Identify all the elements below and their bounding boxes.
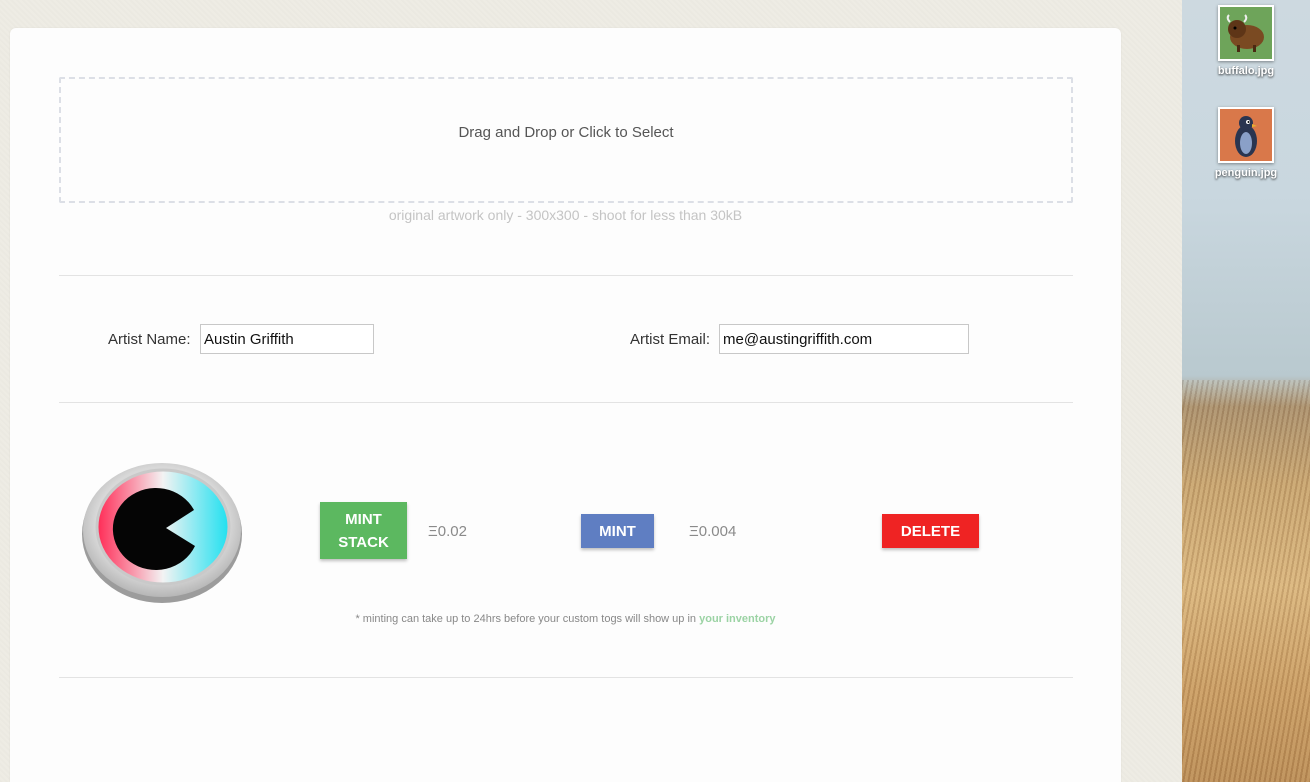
mint-card: Drag and Drop or Click to Select origina… [10, 28, 1121, 782]
mint-button[interactable]: MINT [581, 514, 654, 548]
dropzone-text: Drag and Drop or Click to Select [458, 124, 674, 141]
mint-stack-label-line1: MINT [345, 510, 382, 528]
artist-email-label: Artist Email: [630, 331, 711, 348]
divider [59, 677, 1073, 678]
penguin-icon [1218, 107, 1274, 163]
divider [59, 402, 1073, 403]
artist-name-label: Artist Name: [108, 331, 191, 348]
inventory-link[interactable]: your inventory [699, 613, 775, 625]
token-preview-image [82, 463, 242, 603]
desktop-file-buffalo[interactable]: buffalo.jpg [1191, 5, 1301, 77]
minting-note: * minting can take up to 24hrs before yo… [10, 613, 1121, 625]
upload-dropzone[interactable]: Drag and Drop or Click to Select [59, 77, 1073, 203]
upload-hint: original artwork only - 300x300 - shoot … [388, 207, 743, 223]
desktop-file-label: penguin.jpg [1214, 167, 1278, 179]
mint-stack-price: Ξ0.02 [428, 523, 467, 540]
buffalo-icon [1218, 5, 1274, 61]
desktop-file-label: buffalo.jpg [1217, 65, 1275, 77]
mint-price: Ξ0.004 [689, 523, 737, 540]
desktop-background: buffalo.jpg penguin.jpg [1182, 0, 1310, 782]
minting-note-text: * minting can take up to 24hrs before yo… [355, 613, 697, 625]
mint-stack-button[interactable]: MINT STACK [320, 502, 407, 559]
artist-email-input[interactable] [719, 324, 969, 354]
artist-name-input[interactable] [200, 324, 374, 354]
mint-stack-label-line2: STACK [338, 533, 389, 551]
divider [59, 275, 1073, 276]
desktop-file-penguin[interactable]: penguin.jpg [1191, 107, 1301, 179]
delete-button[interactable]: DELETE [882, 514, 979, 548]
